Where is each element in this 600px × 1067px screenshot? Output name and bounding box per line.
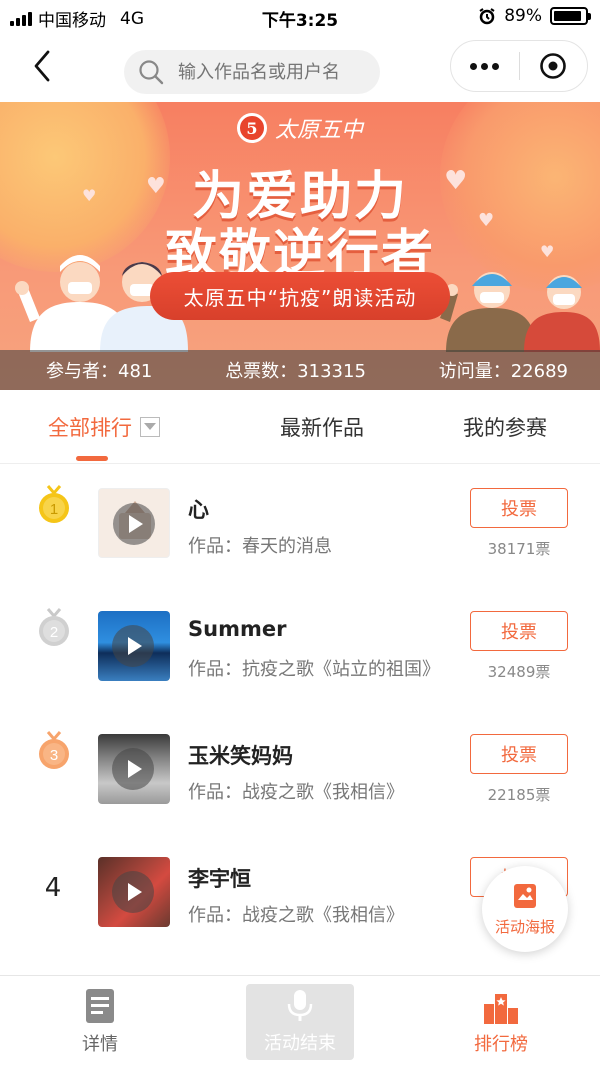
vote-count: 22185票 <box>487 786 551 804</box>
activity-poster-button[interactable]: 活动海报 <box>482 866 568 952</box>
navigation-bar <box>0 34 600 102</box>
activity-ended-label: 活动结束 <box>264 1033 336 1054</box>
microphone-icon <box>287 990 313 1021</box>
school-logo-text: 太原五中 <box>274 118 363 143</box>
vote-count: 38171票 <box>487 540 551 558</box>
dropdown-icon[interactable] <box>140 417 160 437</box>
close-target-icon[interactable] <box>520 52 588 80</box>
visits-count: 访问量：22689 <box>438 361 568 382</box>
active-tab-indicator <box>76 456 108 461</box>
poster-icon <box>514 883 536 908</box>
rank-label: 1 <box>50 501 58 518</box>
entrant-name: 李宇恒 <box>188 867 251 891</box>
rank-label: 2 <box>50 624 58 641</box>
workers-illustration <box>440 272 600 352</box>
poster-label: 活动海报 <box>494 917 555 936</box>
podium-icon <box>484 994 518 1024</box>
tab-ranking[interactable]: 排行榜 <box>466 988 536 1056</box>
entrant-name: 心 <box>188 498 209 522</box>
school-logo: 5 太原五中 <box>0 112 600 144</box>
entrant-name: Summer <box>188 617 287 641</box>
work-title: 作品：战疫之歌《我相信》 <box>188 905 404 926</box>
activity-ended-button[interactable]: 活动结束 <box>246 984 354 1060</box>
tab-latest-works[interactable]: 最新作品 <box>280 412 364 442</box>
work-thumbnail[interactable] <box>98 611 170 681</box>
tab-my-entries[interactable]: 我的参赛 <box>463 412 547 442</box>
tab-detail[interactable]: 详情 <box>70 988 130 1056</box>
battery-percent: 89% <box>504 6 542 26</box>
play-icon[interactable] <box>112 625 154 667</box>
work-thumbnail[interactable] <box>98 857 170 927</box>
list-item[interactable]: 3 玉米笑妈妈 作品：战疫之歌《我相信》 投票 22185票 <box>0 710 600 833</box>
search-box[interactable] <box>124 50 380 94</box>
bronze-medal-icon: 3 <box>39 731 69 769</box>
play-icon[interactable] <box>112 748 154 790</box>
vote-count: 32489票 <box>487 663 551 681</box>
tab-bar: 全部排行 最新作品 我的参赛 <box>0 390 600 464</box>
back-arrow-icon[interactable] <box>28 48 58 84</box>
rank-label: 3 <box>50 747 58 764</box>
tab-detail-label: 详情 <box>82 1034 118 1055</box>
vote-button[interactable]: 投票 <box>470 734 568 774</box>
work-thumbnail[interactable] <box>98 734 170 804</box>
entrant-name: 玉米笑妈妈 <box>188 744 293 768</box>
mini-program-capsule <box>450 40 588 92</box>
bottom-tab-bar: 详情 活动结束 排行榜 <box>0 975 600 1067</box>
status-bar: 中国移动 4G 下午3:25 89% <box>0 0 600 34</box>
more-menu-icon[interactable] <box>451 62 519 70</box>
work-title: 作品：抗疫之歌《站立的祖国》 <box>188 659 440 680</box>
silver-medal-icon: 2 <box>39 608 69 646</box>
banner-ribbon: 太原五中“抗疫”朗读活动 <box>150 272 450 320</box>
total-votes-count: 总票数：313315 <box>225 361 366 382</box>
battery-icon <box>550 7 591 25</box>
vote-button[interactable]: 投票 <box>470 611 568 651</box>
work-thumbnail[interactable] <box>98 488 170 558</box>
rank-number: 4 <box>44 873 62 903</box>
search-icon <box>139 60 164 85</box>
work-title: 作品：战疫之歌《我相信》 <box>188 782 404 803</box>
participants-count: 参与者：481 <box>46 361 153 382</box>
activity-banner: ♥ ♥ ♥ ♥ ♥ 5 太原五中 为爱助力 致敬逆行者 太原五中“抗疫”朗读活动… <box>0 102 600 390</box>
list-item[interactable]: 2 Summer 作品：抗疫之歌《站立的祖国》 投票 32489票 <box>0 587 600 710</box>
gold-medal-icon: 1 <box>39 485 69 523</box>
work-title: 作品：春天的消息 <box>188 536 332 557</box>
search-input[interactable] <box>178 61 368 83</box>
stats-bar: 参与者：481 总票数：313315 访问量：22689 <box>0 350 600 390</box>
tab-all-ranking[interactable]: 全部排行 <box>48 412 160 442</box>
school-logo-mark: 5 <box>236 113 267 143</box>
tab-ranking-label: 排行榜 <box>474 1034 528 1055</box>
alarm-icon <box>479 8 495 25</box>
tab-all-ranking-label: 全部排行 <box>48 416 132 440</box>
play-icon[interactable] <box>113 503 155 545</box>
document-icon <box>86 989 114 1023</box>
list-item[interactable]: 1 心 作品：春天的消息 投票 38171票 <box>0 464 600 587</box>
play-icon[interactable] <box>112 871 154 913</box>
vote-button[interactable]: 投票 <box>470 488 568 528</box>
